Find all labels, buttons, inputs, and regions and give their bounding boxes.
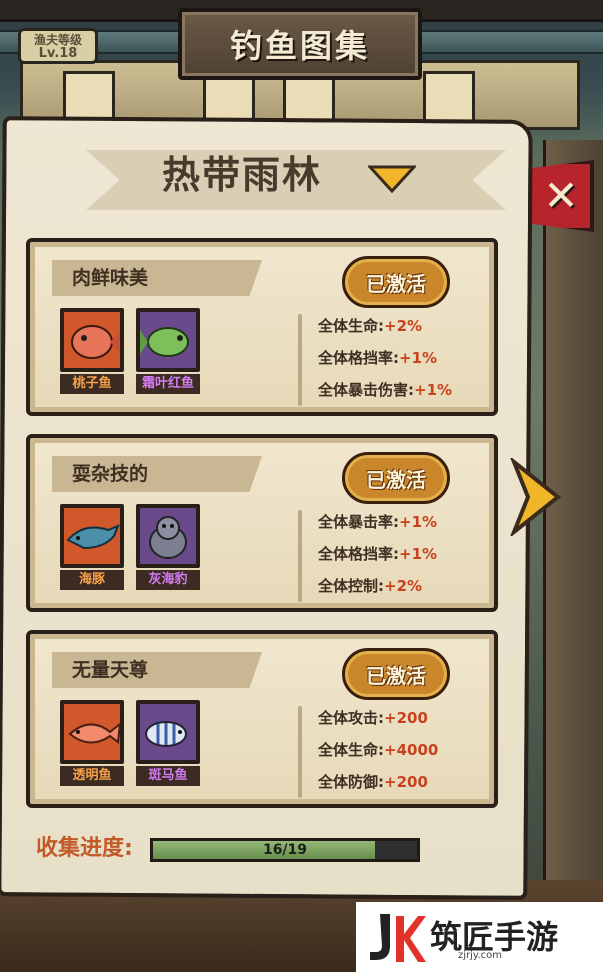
bonus-divider [298,314,302,406]
activated-label: 已激活 [366,663,426,688]
set-card: 无量天尊 已激活 透明鱼 斑马鱼 全体攻击:+200 全体生命:+4000 全体… [26,630,498,808]
frost-leaf-fish-icon[interactable] [136,308,200,372]
fish-name: 透明鱼 [60,766,124,786]
bonus-line: 全体生命:+2% [318,317,423,335]
collection-progress-bar: 16/19 [150,838,420,862]
fisher-level-value: Lv.18 [38,46,78,61]
set-name: 无量天尊 [52,652,262,688]
activated-label: 已激活 [366,271,426,296]
bonus-divider [298,706,302,798]
fish-name: 斑马鱼 [136,766,200,786]
bonus-line: 全体暴击率:+1% [318,513,438,531]
fisher-level-badge: 渔夫等级 Lv.18 [18,28,98,64]
page-title-plaque: 钓鱼图集 [178,8,422,80]
background-shelf-cell [423,71,475,125]
bonus-line: 全体攻击:+200 [318,709,428,727]
progress-label: 收集进度: [36,836,133,861]
fish-name: 桃子鱼 [60,374,124,394]
set-card: 耍杂技的 已激活 海豚 灰海豹 全体暴击率:+1% 全体格挡率:+1% 全体控制… [26,434,498,612]
set-card: 肉鲜味美 已激活 桃子鱼 霜叶红鱼 全体生命:+2% 全体格挡率:+1% 全体暴… [26,238,498,416]
close-button[interactable]: ✕ [528,160,594,232]
activated-label: 已激活 [366,467,426,492]
fish-name: 灰海豹 [136,570,200,590]
bonus-line: 全体生命:+4000 [318,741,439,759]
jk-logo-icon [370,914,426,962]
bonus-line: 全体防御:+200 [318,773,428,791]
fisher-level-label: 渔夫等级 [33,33,82,47]
background-right-plank [543,140,603,960]
transparent-fish-icon[interactable] [60,700,124,764]
activated-badge: 已激活 [342,648,450,700]
page-title: 钓鱼图集 [229,27,370,65]
region-selector[interactable]: 热带雨林 [162,147,362,203]
activated-badge: 已激活 [342,256,450,308]
set-name: 耍杂技的 [52,456,262,492]
close-icon: ✕ [543,171,579,220]
bonus-line: 全体暴击伤害:+1% [318,381,453,399]
zebra-fish-icon[interactable] [136,700,200,764]
fish-name: 海豚 [60,570,124,590]
grey-seal-icon[interactable] [136,504,200,568]
bonus-divider [298,510,302,602]
set-name: 肉鲜味美 [52,260,262,296]
fish-name: 霜叶红鱼 [136,374,200,394]
watermark-url: zjrjy.com [458,950,502,961]
next-page-arrow-icon[interactable] [508,458,564,536]
peach-fish-icon[interactable] [60,308,124,372]
chevron-down-icon[interactable] [368,165,416,193]
bonus-line: 全体格挡率:+1% [318,545,438,563]
dolphin-icon[interactable] [60,504,124,568]
progress-text: 16/19 [262,842,308,858]
activated-badge: 已激活 [342,452,450,504]
bonus-line: 全体控制:+2% [318,577,423,595]
bonus-line: 全体格挡率:+1% [318,349,438,367]
watermark: 筑匠手游 [356,902,603,972]
